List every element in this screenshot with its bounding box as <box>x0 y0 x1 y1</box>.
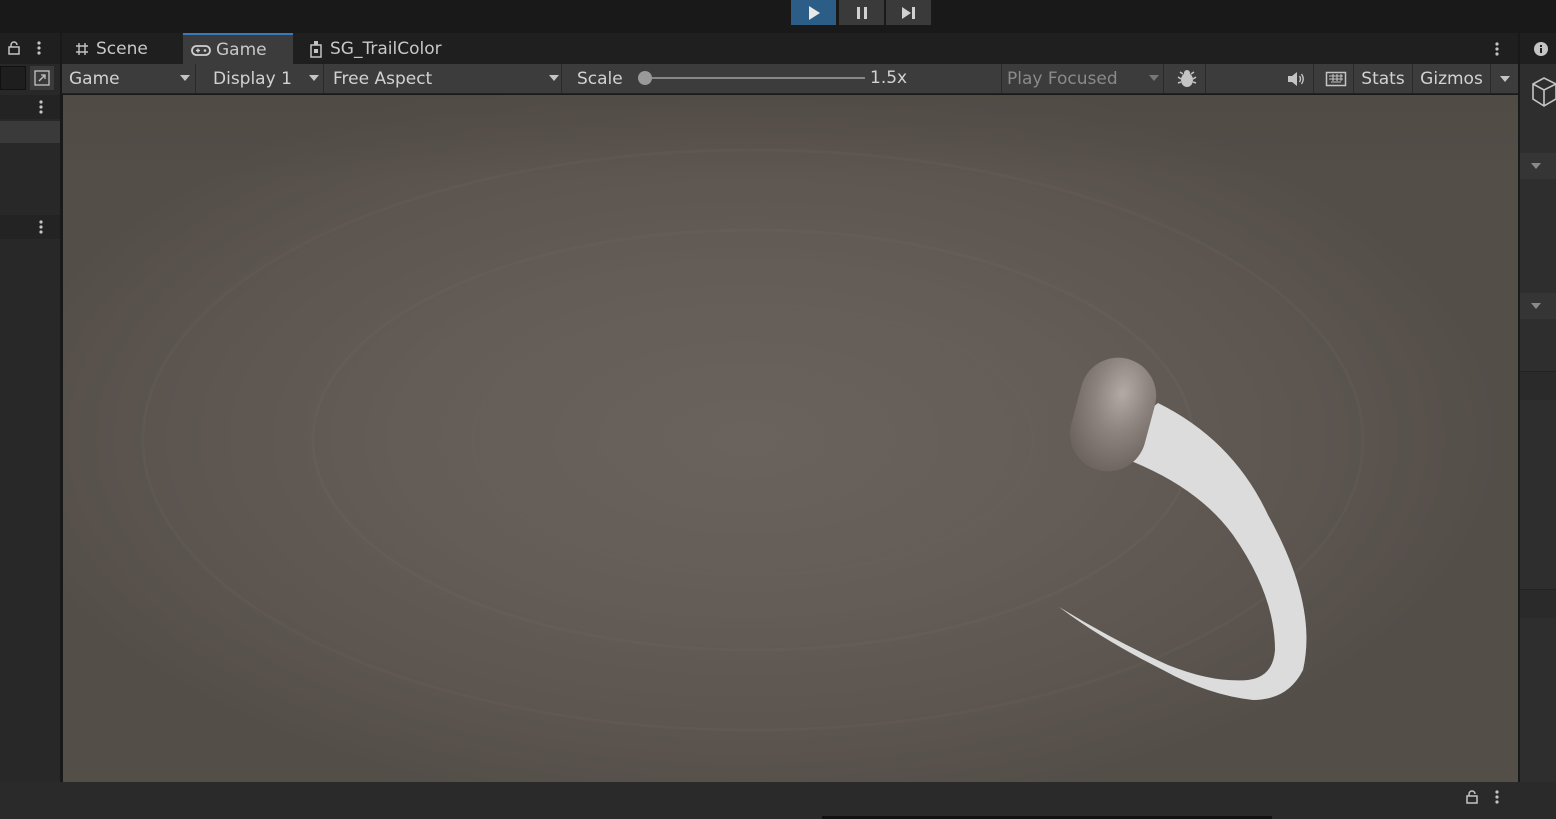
gameobject-cube-icon <box>1532 77 1556 107</box>
tab-game[interactable]: Game <box>183 33 293 64</box>
display-label: Display 1 <box>213 68 292 89</box>
step-icon <box>901 6 915 19</box>
scale-slider-track[interactable] <box>645 77 865 79</box>
stats-label: Stats <box>1361 68 1405 89</box>
game-viewport[interactable] <box>63 95 1518 782</box>
tab-sg-trailcolor-label: SG_TrailColor <box>330 38 442 59</box>
kebab-menu-icon[interactable] <box>1492 40 1502 58</box>
scene-grid-icon <box>76 42 88 55</box>
hierarchy-header <box>0 33 60 64</box>
aspect-dropdown[interactable]: Free Aspect <box>328 64 562 93</box>
gizmos-dropdown[interactable] <box>1491 64 1518 93</box>
chevron-down-icon <box>1531 303 1541 309</box>
chevron-down-icon <box>1149 75 1159 81</box>
shader-graph-icon <box>310 40 322 58</box>
maximize-icon <box>34 70 50 86</box>
play-mode-dropdown[interactable]: Play Focused <box>1002 64 1164 93</box>
keyboard-icon <box>1325 71 1346 86</box>
view-mode-label: Game <box>69 68 120 89</box>
view-mode-dropdown[interactable]: Game <box>62 64 196 93</box>
pause-button[interactable] <box>839 0 884 25</box>
hierarchy-create-button[interactable] <box>30 66 54 90</box>
mute-audio-button[interactable] <box>1278 64 1314 93</box>
chevron-down-icon <box>1531 163 1541 169</box>
kebab-menu-icon[interactable] <box>34 39 44 57</box>
game-render <box>63 95 1518 782</box>
scale-slider-thumb[interactable] <box>638 71 652 85</box>
bug-icon <box>1177 69 1196 87</box>
tab-game-label: Game <box>216 39 267 60</box>
chevron-down-icon <box>1499 75 1510 82</box>
tab-scene[interactable]: Scene <box>68 33 178 64</box>
component-header[interactable] <box>1520 371 1556 400</box>
kebab-menu-icon[interactable] <box>36 218 46 236</box>
tab-sg-trailcolor[interactable]: SG_TrailColor <box>302 33 472 64</box>
component-header[interactable] <box>1520 293 1556 319</box>
hierarchy-selected-row[interactable] <box>0 121 60 143</box>
hierarchy-scene-row[interactable] <box>0 95 60 119</box>
scale-label: Scale <box>577 68 623 89</box>
kebab-menu-icon[interactable] <box>1492 788 1502 806</box>
play-icon <box>808 5 820 20</box>
top-toolbar <box>0 0 1556 33</box>
gizmos-label: Gizmos <box>1420 68 1483 89</box>
step-button[interactable] <box>886 0 931 25</box>
inspector-panel <box>1520 33 1556 782</box>
lock-icon[interactable] <box>7 41 21 55</box>
hierarchy-search-input[interactable] <box>0 66 26 90</box>
chevron-down-icon <box>309 75 319 81</box>
lock-icon[interactable] <box>1465 790 1479 804</box>
hierarchy-panel <box>0 33 60 782</box>
shortcuts-button[interactable] <box>1318 64 1354 93</box>
play-button[interactable] <box>791 0 836 25</box>
aspect-label: Free Aspect <box>333 68 433 89</box>
inspector-header <box>1520 33 1556 64</box>
kebab-menu-icon[interactable] <box>36 98 46 116</box>
frame-debugger-button[interactable] <box>1168 64 1206 93</box>
tab-scene-label: Scene <box>96 38 148 59</box>
bottom-panel <box>0 782 1556 819</box>
view-tab-strip: Scene Game SG_TrailColor <box>62 33 1518 64</box>
play-mode-label: Play Focused <box>1007 68 1118 89</box>
chevron-down-icon <box>549 75 559 81</box>
info-icon[interactable] <box>1533 41 1549 57</box>
scale-value: 1.5x <box>870 68 908 88</box>
stats-button[interactable]: Stats <box>1354 64 1413 93</box>
chevron-down-icon <box>180 75 190 81</box>
pause-icon <box>856 6 867 19</box>
gizmos-button[interactable]: Gizmos <box>1413 64 1491 93</box>
sky-shade <box>63 95 1518 782</box>
hierarchy-second-scene-row[interactable] <box>0 215 60 239</box>
game-toolbar: Game Display 1 Free Aspect Scale 1.5x Pl… <box>62 64 1518 94</box>
scale-control: Scale 1.5x <box>568 64 1002 93</box>
component-header[interactable] <box>1520 153 1556 179</box>
gamepad-icon <box>191 44 211 56</box>
component-header[interactable] <box>1520 589 1556 618</box>
display-dropdown[interactable]: Display 1 <box>200 64 324 93</box>
speaker-icon <box>1287 71 1304 86</box>
